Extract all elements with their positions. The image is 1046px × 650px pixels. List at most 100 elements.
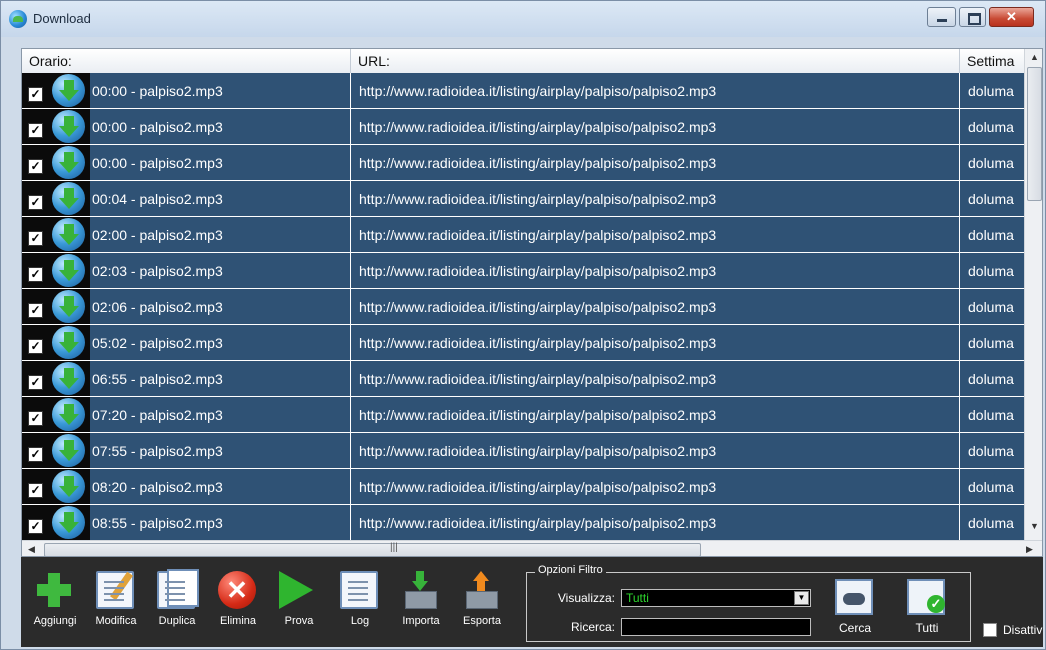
table-row[interactable]: ✓ 00:00 - palpiso2.mp3 http://www.radioide… <box>22 73 1024 109</box>
disable-checkbox-box[interactable] <box>983 623 997 637</box>
row-checkbox[interactable]: ✓ <box>28 195 43 210</box>
row-checkbox[interactable]: ✓ <box>28 339 43 354</box>
url-text: http://www.radioidea.it/listing/airplay/… <box>359 227 717 243</box>
download-list[interactable]: Orario: URL: Settima ✓ 00:00 - palpiso2.m… <box>21 48 1043 557</box>
row-icon-cell: ✓ <box>22 253 90 288</box>
url-cell: http://www.radioidea.it/listing/airplay/… <box>351 469 960 505</box>
title-bar[interactable]: Download ✕ <box>1 1 1045 37</box>
disable-label: Disattiv <box>1003 623 1043 637</box>
play-button[interactable]: Prova <box>271 569 327 633</box>
table-row[interactable]: ✓ 00:04 - palpiso2.mp3 http://www.radioide… <box>22 181 1024 217</box>
globe-download-icon <box>9 10 27 28</box>
delete-button[interactable]: ✕ Elimina <box>210 569 266 633</box>
week-text: doluma <box>968 119 1014 135</box>
maximize-button[interactable] <box>959 7 986 27</box>
scroll-left-icon[interactable]: ◀ <box>28 544 35 555</box>
disable-checkbox[interactable]: Disattiv <box>983 623 1046 641</box>
url-cell: http://www.radioidea.it/listing/airplay/… <box>351 217 960 253</box>
row-icon-cell: ✓ <box>22 145 90 180</box>
week-cell: doluma <box>960 73 1024 109</box>
row-checkbox[interactable]: ✓ <box>28 411 43 426</box>
filter-title: Opzioni Filtro <box>535 564 606 576</box>
import-icon <box>401 571 439 609</box>
duplicate-button[interactable]: Duplica <box>149 569 205 633</box>
export-button[interactable]: Esporta <box>454 569 510 633</box>
scroll-down-icon[interactable]: ▼ <box>1030 521 1039 531</box>
table-row[interactable]: ✓ 02:03 - palpiso2.mp3 http://www.radioide… <box>22 253 1024 289</box>
horizontal-scrollbar[interactable]: ◀ ||| ▶ <box>22 540 1042 556</box>
edit-button-label: Modifica <box>95 615 137 627</box>
scroll-up-icon[interactable]: ▲ <box>1030 52 1039 62</box>
url-cell: http://www.radioidea.it/listing/airplay/… <box>351 109 960 145</box>
download-window: Download ✕ Orario: URL: Settima ✓ 00:00 -… <box>0 0 1046 650</box>
column-header-time[interactable]: Orario: <box>22 49 351 73</box>
time-cell: ✓ 07:55 - palpiso2.mp3 <box>22 433 351 469</box>
week-cell: doluma <box>960 397 1024 433</box>
row-checkbox[interactable]: ✓ <box>28 483 43 498</box>
globe-download-icon <box>52 434 85 467</box>
table-row[interactable]: ✓ 00:00 - palpiso2.mp3 http://www.radioide… <box>22 109 1024 145</box>
scroll-right-icon[interactable]: ▶ <box>1026 544 1033 555</box>
week-cell: doluma <box>960 433 1024 469</box>
row-checkbox[interactable]: ✓ <box>28 267 43 282</box>
row-checkbox[interactable]: ✓ <box>28 123 43 138</box>
url-text: http://www.radioidea.it/listing/airplay/… <box>359 515 717 531</box>
url-text: http://www.radioidea.it/listing/airplay/… <box>359 119 717 135</box>
list-header: Orario: URL: Settima <box>22 49 1024 74</box>
row-checkbox[interactable]: ✓ <box>28 447 43 462</box>
row-checkbox[interactable]: ✓ <box>28 519 43 534</box>
show-all-button[interactable]: ✓ Tutti <box>897 579 957 639</box>
close-icon: ✕ <box>1006 9 1017 24</box>
url-text: http://www.radioidea.it/listing/airplay/… <box>359 191 717 207</box>
row-checkbox[interactable]: ✓ <box>28 87 43 102</box>
horizontal-scroll-thumb[interactable]: ||| <box>44 542 701 556</box>
import-button[interactable]: Importa <box>393 569 449 633</box>
row-checkbox[interactable]: ✓ <box>28 375 43 390</box>
time-text: 08:55 - palpiso2.mp3 <box>92 515 223 531</box>
table-row[interactable]: ✓ 00:00 - palpiso2.mp3 http://www.radioide… <box>22 145 1024 181</box>
edit-button[interactable]: Modifica <box>88 569 144 633</box>
globe-download-icon <box>52 218 85 251</box>
log-icon <box>340 571 378 609</box>
row-checkbox[interactable]: ✓ <box>28 231 43 246</box>
time-cell: ✓ 08:55 - palpiso2.mp3 <box>22 505 351 540</box>
table-row[interactable]: ✓ 07:20 - palpiso2.mp3 http://www.radioide… <box>22 397 1024 433</box>
table-row[interactable]: ✓ 06:55 - palpiso2.mp3 http://www.radioide… <box>22 361 1024 397</box>
play-icon <box>279 571 317 609</box>
time-cell: ✓ 02:06 - palpiso2.mp3 <box>22 289 351 325</box>
table-row[interactable]: ✓ 07:55 - palpiso2.mp3 http://www.radioide… <box>22 433 1024 469</box>
week-cell: doluma <box>960 253 1024 289</box>
vertical-scrollbar[interactable]: ▲ ▼ <box>1024 49 1042 540</box>
row-icon-cell: ✓ <box>22 469 90 504</box>
week-text: doluma <box>968 371 1014 387</box>
minimize-icon <box>937 19 947 22</box>
chevron-down-icon[interactable]: ▼ <box>794 591 809 605</box>
url-cell: http://www.radioidea.it/listing/airplay/… <box>351 73 960 109</box>
column-header-url[interactable]: URL: <box>351 49 960 73</box>
add-button[interactable]: Aggiungi <box>27 569 83 633</box>
table-row[interactable]: ✓ 08:55 - palpiso2.mp3 http://www.radioide… <box>22 505 1024 540</box>
row-checkbox[interactable]: ✓ <box>28 303 43 318</box>
url-cell: http://www.radioidea.it/listing/airplay/… <box>351 181 960 217</box>
row-icon-cell: ✓ <box>22 181 90 216</box>
search-button[interactable]: Cerca <box>825 579 885 639</box>
show-select[interactable]: Tutti ▼ <box>621 589 811 607</box>
log-button[interactable]: Log <box>332 569 388 633</box>
week-cell: doluma <box>960 505 1024 540</box>
globe-download-icon <box>52 146 85 179</box>
week-text: doluma <box>968 407 1014 423</box>
vertical-scroll-thumb[interactable] <box>1027 67 1042 201</box>
column-header-week[interactable]: Settima <box>960 49 1024 73</box>
time-text: 07:20 - palpiso2.mp3 <box>92 407 223 423</box>
close-button[interactable]: ✕ <box>989 7 1034 27</box>
table-row[interactable]: ✓ 08:20 - palpiso2.mp3 http://www.radioide… <box>22 469 1024 505</box>
table-row[interactable]: ✓ 05:02 - palpiso2.mp3 http://www.radioide… <box>22 325 1024 361</box>
minimize-button[interactable] <box>927 7 956 27</box>
show-select-value: Tutti <box>626 591 649 605</box>
globe-download-icon <box>52 290 85 323</box>
search-label: Ricerca: <box>570 620 615 634</box>
row-checkbox[interactable]: ✓ <box>28 159 43 174</box>
table-row[interactable]: ✓ 02:00 - palpiso2.mp3 http://www.radioide… <box>22 217 1024 253</box>
table-row[interactable]: ✓ 02:06 - palpiso2.mp3 http://www.radioide… <box>22 289 1024 325</box>
search-input[interactable] <box>621 618 811 636</box>
